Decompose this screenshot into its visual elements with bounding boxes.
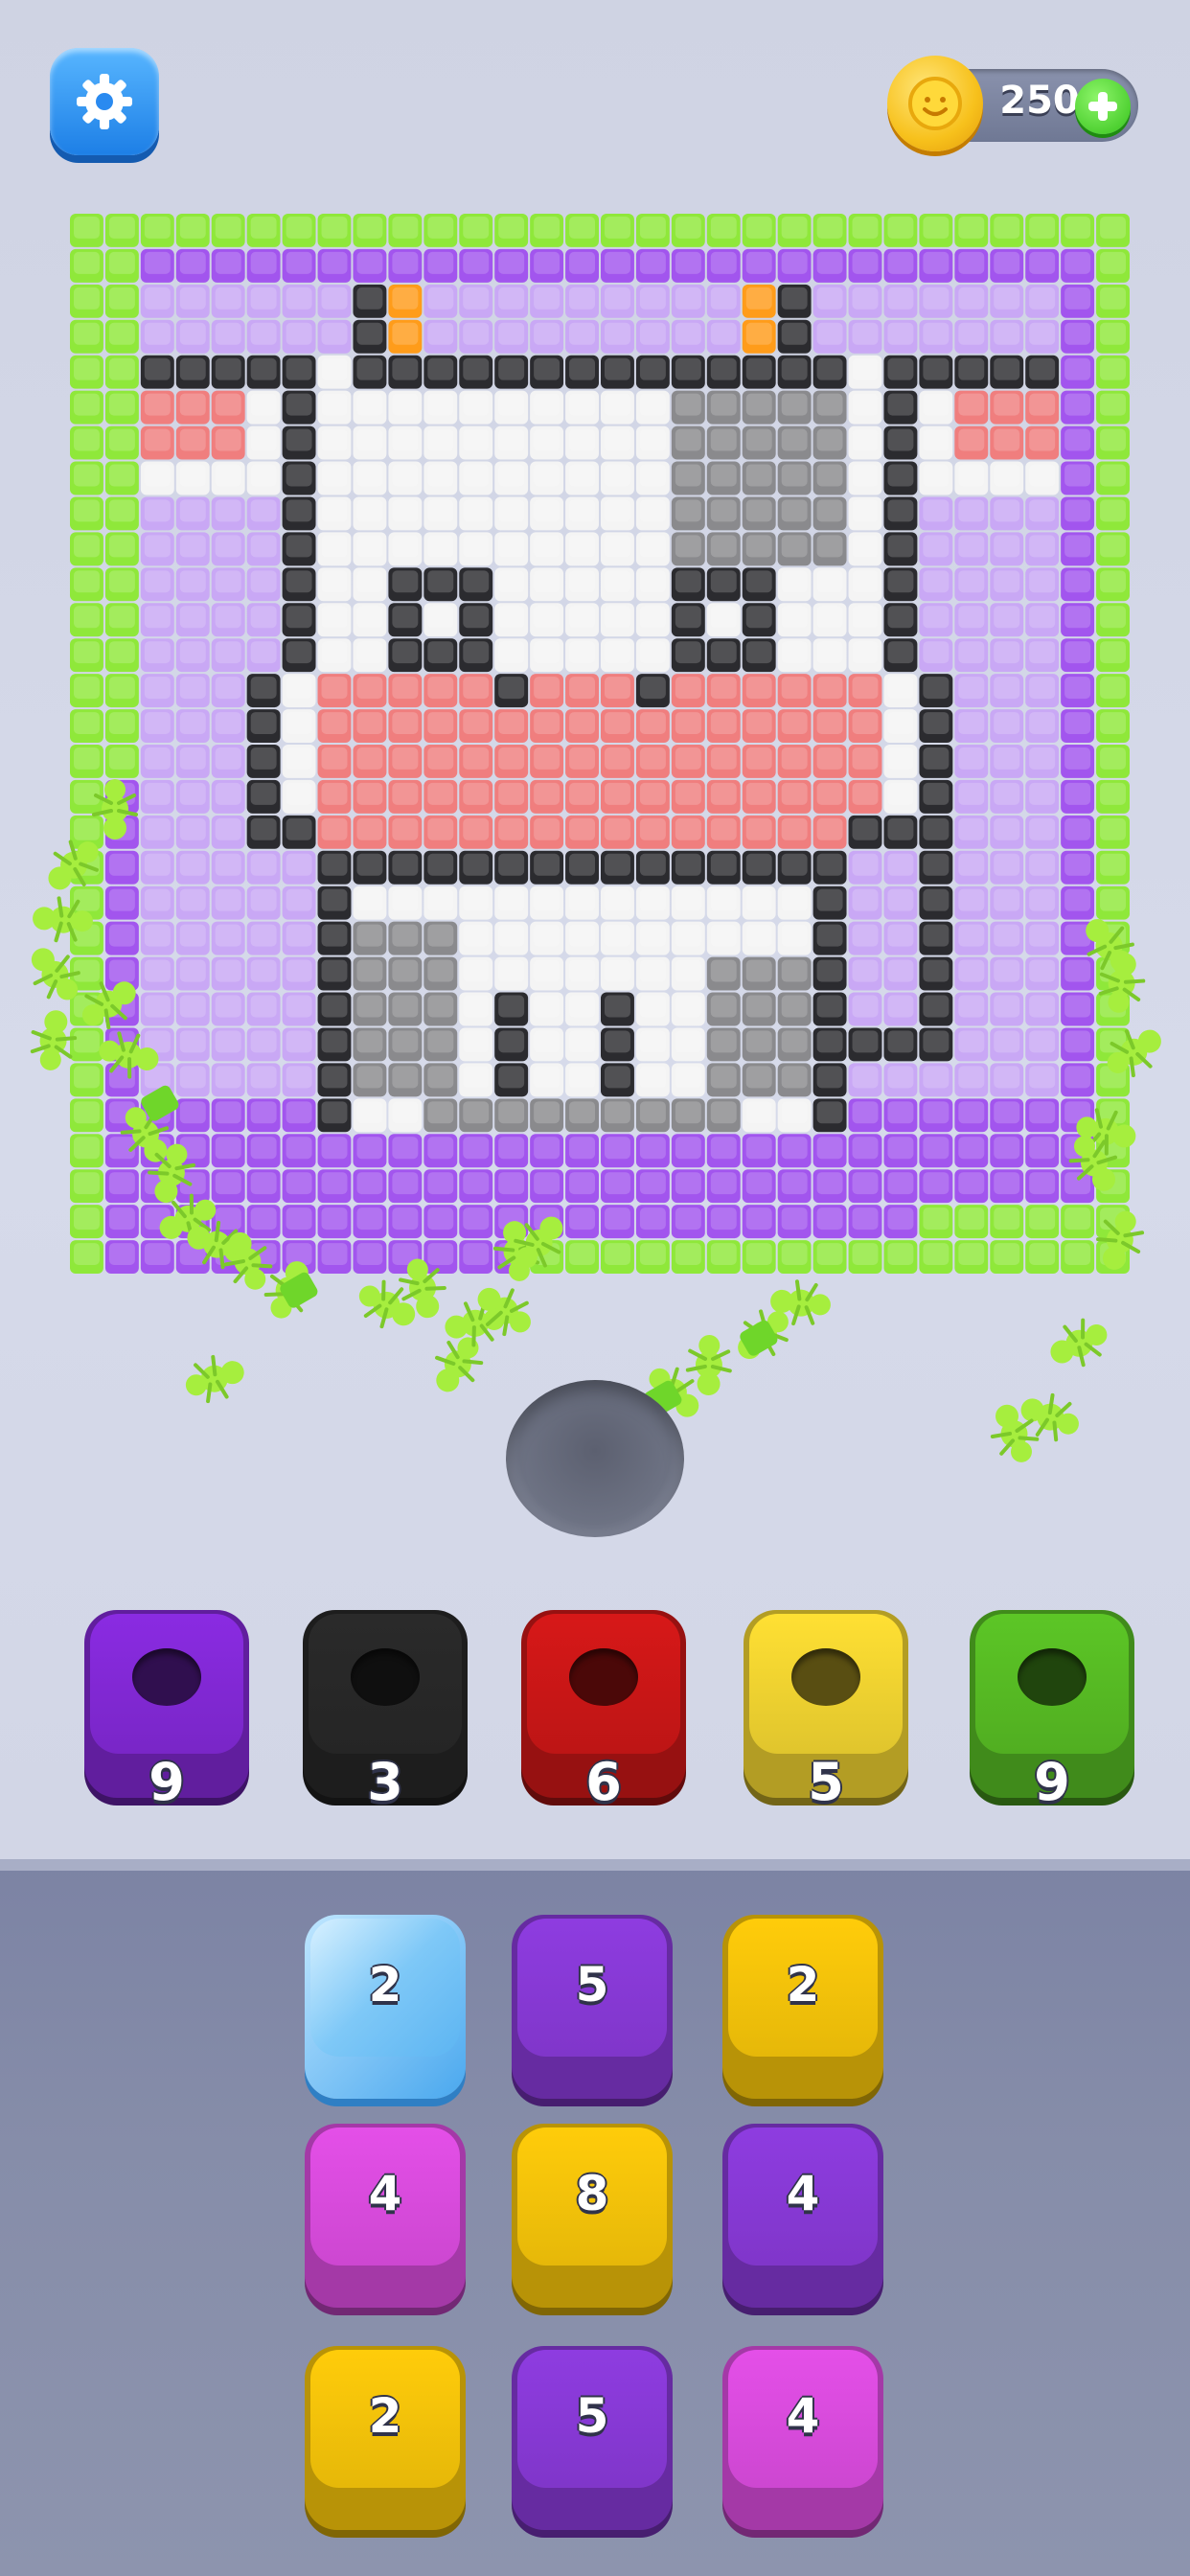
bin-hole — [351, 1648, 420, 1706]
ant-icon — [1107, 1029, 1161, 1078]
frozen-tile[interactable]: 2 — [305, 1915, 466, 2099]
tile-count: 4 — [786, 2388, 820, 2444]
ant-icon — [30, 1010, 78, 1070]
color-tile[interactable]: 5 — [512, 2346, 673, 2530]
ant-icon — [685, 1335, 732, 1395]
tile-count: 5 — [575, 1957, 609, 2012]
ant-icon — [31, 948, 80, 1000]
bin-count: 3 — [367, 1752, 403, 1812]
ant-icon — [185, 1354, 244, 1404]
tile-count: 5 — [575, 2388, 609, 2444]
ant-icon — [99, 1031, 159, 1079]
ant-icon — [1098, 953, 1146, 1013]
bin-count: 9 — [149, 1752, 185, 1812]
ant-icon — [435, 1337, 484, 1392]
ant-body — [103, 816, 126, 840]
ant-swarm — [30, 779, 1161, 1495]
collector-bin: 6 — [521, 1610, 686, 1812]
color-tile[interactable]: 4 — [722, 2124, 883, 2308]
ant-icon — [33, 896, 93, 943]
tile-count: 8 — [575, 2166, 609, 2221]
color-tile[interactable]: 4 — [722, 2346, 883, 2530]
bin-count: 6 — [585, 1752, 622, 1812]
ant-body — [697, 1371, 721, 1395]
ant-icon — [48, 840, 99, 890]
color-tile[interactable]: 2 — [305, 2346, 466, 2530]
bin-count: 9 — [1034, 1752, 1070, 1812]
bin-hole — [569, 1648, 638, 1706]
color-tile[interactable]: 5 — [512, 1915, 673, 2099]
collector-bin: 9 — [970, 1610, 1134, 1812]
ant-icon — [92, 779, 138, 840]
ant-icon — [81, 981, 136, 1030]
bin-hole — [132, 1648, 201, 1706]
tile-count: 2 — [368, 1957, 402, 2012]
color-tile[interactable]: 2 — [722, 1915, 883, 2099]
ant-icon — [1050, 1318, 1108, 1368]
tile-count: 4 — [786, 2166, 820, 2221]
bin-hole — [791, 1648, 860, 1706]
collector-bin: 5 — [744, 1610, 908, 1812]
tile-count: 2 — [368, 2388, 402, 2444]
collector-bin: 9 — [84, 1610, 249, 1812]
tile-count: 4 — [368, 2166, 402, 2221]
color-tile[interactable]: 8 — [512, 2124, 673, 2308]
color-tile[interactable]: 4 — [305, 2124, 466, 2308]
collector-bin: 3 — [303, 1610, 468, 1812]
ant-hole — [506, 1380, 684, 1537]
bin-count: 5 — [808, 1752, 844, 1812]
bin-hole — [1018, 1648, 1087, 1706]
tile-count: 2 — [786, 1957, 820, 2012]
ant-icon — [1096, 1210, 1145, 1270]
